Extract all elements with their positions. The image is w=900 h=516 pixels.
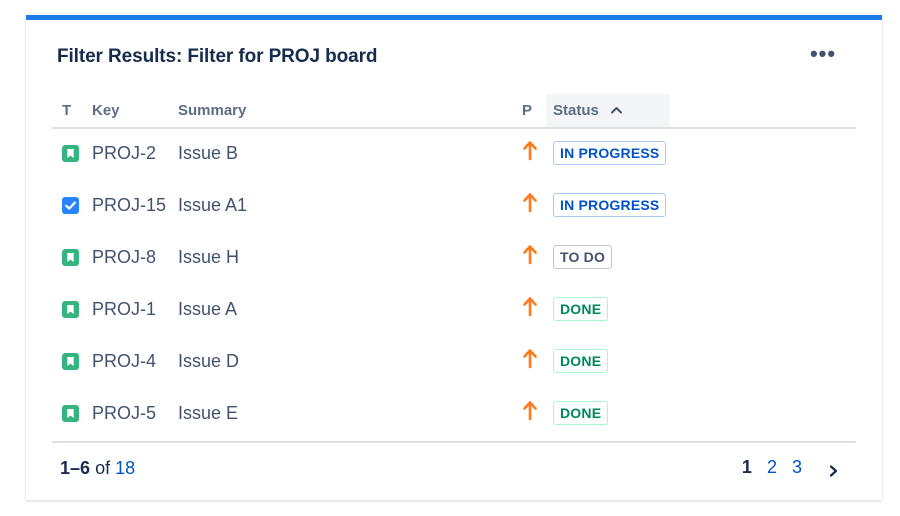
column-header-priority[interactable]: P	[522, 94, 532, 127]
issue-key-link[interactable]: PROJ-2	[92, 127, 156, 179]
story-icon	[62, 145, 79, 162]
filter-results-gadget: Filter Results: Filter for PROJ board ••…	[26, 15, 882, 500]
table-row: PROJ-1 Issue A DONE	[52, 283, 856, 335]
status-lozenge: DONE	[553, 349, 609, 373]
priority-high-icon	[522, 399, 538, 421]
results-range: 1–6	[60, 458, 91, 478]
priority-high-icon	[522, 295, 538, 317]
results-total-link[interactable]: 18	[115, 458, 135, 478]
table-row: PROJ-8 Issue H TO DO	[52, 231, 856, 283]
column-header-status-label: Status	[553, 102, 599, 119]
more-options-button[interactable]: •••	[808, 42, 838, 66]
chevron-right-icon	[829, 461, 838, 481]
issue-key-link[interactable]: PROJ-1	[92, 283, 156, 335]
story-icon	[62, 405, 79, 422]
story-icon	[62, 301, 79, 318]
results-of-label: of	[95, 458, 111, 478]
status-lozenge: IN PROGRESS	[553, 141, 667, 165]
story-icon	[62, 249, 79, 266]
table-row: PROJ-2 Issue B IN PROGRESS	[52, 127, 856, 179]
priority-high-icon	[522, 347, 538, 369]
issue-summary-link[interactable]: Issue E	[178, 387, 238, 439]
column-header-type[interactable]: T	[62, 94, 71, 127]
results-count: 1–6 of 18	[60, 458, 135, 479]
priority-high-icon	[522, 243, 538, 265]
issue-key-link[interactable]: PROJ-8	[92, 231, 156, 283]
next-page-button[interactable]	[819, 461, 838, 481]
task-icon	[62, 197, 79, 214]
table-row: PROJ-4 Issue D DONE	[52, 335, 856, 387]
issue-summary-link[interactable]: Issue H	[178, 231, 239, 283]
page-3-button[interactable]: 3	[792, 457, 802, 477]
issue-key-link[interactable]: PROJ-5	[92, 387, 156, 439]
issue-key-link[interactable]: PROJ-15	[92, 179, 166, 231]
chevron-up-icon	[611, 94, 623, 127]
issue-summary-link[interactable]: Issue A	[178, 283, 237, 335]
pagination: 1 2 3	[732, 457, 838, 478]
table-header: T Key Summary P Status	[52, 94, 856, 129]
table-row: PROJ-15 Issue A1 IN PROGRESS	[52, 179, 856, 231]
column-header-status[interactable]: Status	[546, 94, 670, 127]
status-lozenge: DONE	[553, 401, 609, 425]
page-2-button[interactable]: 2	[767, 457, 777, 477]
page-1-button[interactable]: 1	[742, 457, 752, 477]
column-header-summary[interactable]: Summary	[178, 94, 246, 127]
issue-summary-link[interactable]: Issue A1	[178, 179, 247, 231]
column-header-key[interactable]: Key	[92, 94, 120, 127]
status-lozenge: IN PROGRESS	[553, 193, 667, 217]
more-horizontal-icon: •••	[809, 41, 837, 66]
story-icon	[62, 353, 79, 370]
issue-summary-link[interactable]: Issue D	[178, 335, 239, 387]
priority-high-icon	[522, 191, 538, 213]
priority-high-icon	[522, 139, 538, 161]
issue-key-link[interactable]: PROJ-4	[92, 335, 156, 387]
gadget-title: Filter Results: Filter for PROJ board	[57, 46, 378, 67]
table-row: PROJ-5 Issue E DONE	[52, 387, 856, 439]
issue-summary-link[interactable]: Issue B	[178, 127, 238, 179]
status-lozenge: DONE	[553, 297, 609, 321]
status-lozenge: TO DO	[553, 245, 613, 269]
table-footer-divider	[52, 441, 856, 443]
